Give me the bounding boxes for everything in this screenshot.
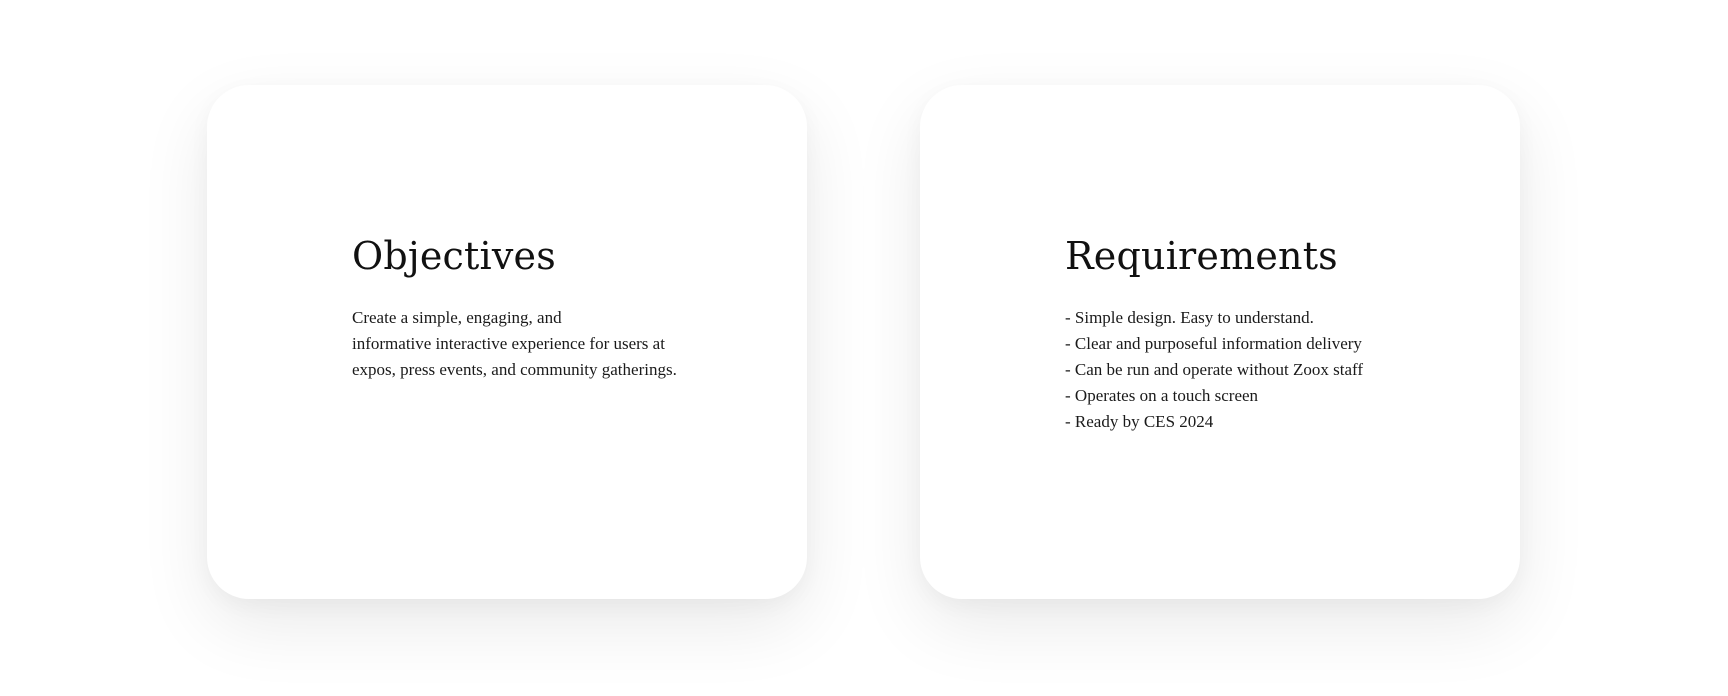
objectives-line: informative interactive experience for u… [352, 334, 665, 353]
requirements-card: Requirements - Simple design. Easy to un… [920, 85, 1520, 599]
requirements-list: - Simple design. Easy to understand. - C… [1065, 305, 1480, 435]
objectives-content: Objectives Create a simple, engaging, an… [352, 233, 767, 383]
objectives-line: expos, press events, and community gathe… [352, 360, 677, 379]
objectives-card: Objectives Create a simple, engaging, an… [207, 85, 807, 599]
requirements-title: Requirements [1065, 234, 1338, 278]
requirements-item: - Can be run and operate without Zoox st… [1065, 360, 1364, 379]
requirements-content: Requirements - Simple design. Easy to un… [1065, 233, 1480, 435]
objectives-description: Create a simple, engaging, and informati… [352, 305, 767, 383]
objectives-line: Create a simple, engaging, and [352, 308, 562, 327]
requirements-item: - Simple design. Easy to understand. [1065, 308, 1314, 327]
requirements-item: - Operates on a touch screen [1065, 386, 1259, 405]
requirements-item: - Ready by CES 2024 [1065, 412, 1214, 431]
objectives-title: Objectives [352, 234, 556, 278]
requirements-item: - Clear and purposeful information deliv… [1065, 334, 1362, 353]
